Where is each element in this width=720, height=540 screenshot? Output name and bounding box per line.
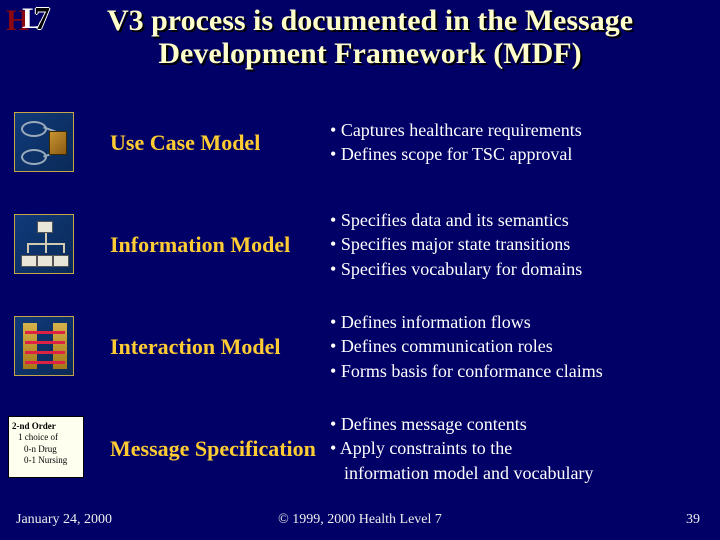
bullet: Captures healthcare requirements — [330, 118, 714, 142]
information-model-icon — [14, 214, 74, 274]
bullet-continuation: information model and vocabulary — [330, 461, 714, 485]
row-message-specification: 2-nd Order 1 choice of 0-n Drug 0-1 Nurs… — [0, 406, 720, 506]
message-spec-icon: 2-nd Order 1 choice of 0-n Drug 0-1 Nurs… — [8, 416, 84, 478]
spec-line: 0-1 Nursing — [12, 455, 80, 466]
row-interaction-model: Interaction Model Defines information fl… — [0, 304, 720, 404]
row-label: Information Model — [110, 232, 320, 258]
bullet: Defines information flows — [330, 310, 714, 334]
use-case-icon — [14, 112, 74, 172]
bullet-list: Defines information flows Defines commun… — [330, 310, 714, 383]
spec-line: 1 choice of — [12, 432, 80, 443]
bullet: Defines communication roles — [330, 334, 714, 358]
bullet-list: Captures healthcare requirements Defines… — [330, 118, 714, 167]
bullet-list: Specifies data and its semantics Specifi… — [330, 208, 714, 281]
row-label: Use Case Model — [110, 130, 320, 156]
slide-footer: January 24, 2000 © 1999, 2000 Health Lev… — [0, 512, 720, 532]
content-rows: Use Case Model Captures healthcare requi… — [0, 100, 720, 508]
row-information-model: Information Model Specifies data and its… — [0, 202, 720, 302]
bullet: Defines message contents — [330, 412, 714, 436]
bullet: Forms basis for conformance claims — [330, 359, 714, 383]
spec-line: 2-nd Order — [12, 421, 80, 432]
bullet: Specifies vocabulary for domains — [330, 257, 714, 281]
row-label: Message Specification — [110, 436, 320, 462]
bullet: Defines scope for TSC approval — [330, 142, 714, 166]
bullet: Specifies major state transitions — [330, 232, 714, 256]
interaction-model-icon — [14, 316, 74, 376]
bullet: Apply constraints to the — [330, 436, 714, 460]
slide-title: V3 process is documented in the Message … — [30, 4, 710, 70]
row-label: Interaction Model — [110, 334, 320, 360]
spec-line: 0-n Drug — [12, 444, 80, 455]
bullet-list: Defines message contents Apply constrain… — [330, 412, 714, 485]
bullet: Specifies data and its semantics — [330, 208, 714, 232]
footer-copyright: © 1999, 2000 Health Level 7 — [0, 512, 720, 528]
row-use-case: Use Case Model Captures healthcare requi… — [0, 100, 720, 200]
footer-page-number: 39 — [686, 512, 700, 528]
slide: H L 7 V3 process is documented in the Me… — [0, 0, 720, 540]
